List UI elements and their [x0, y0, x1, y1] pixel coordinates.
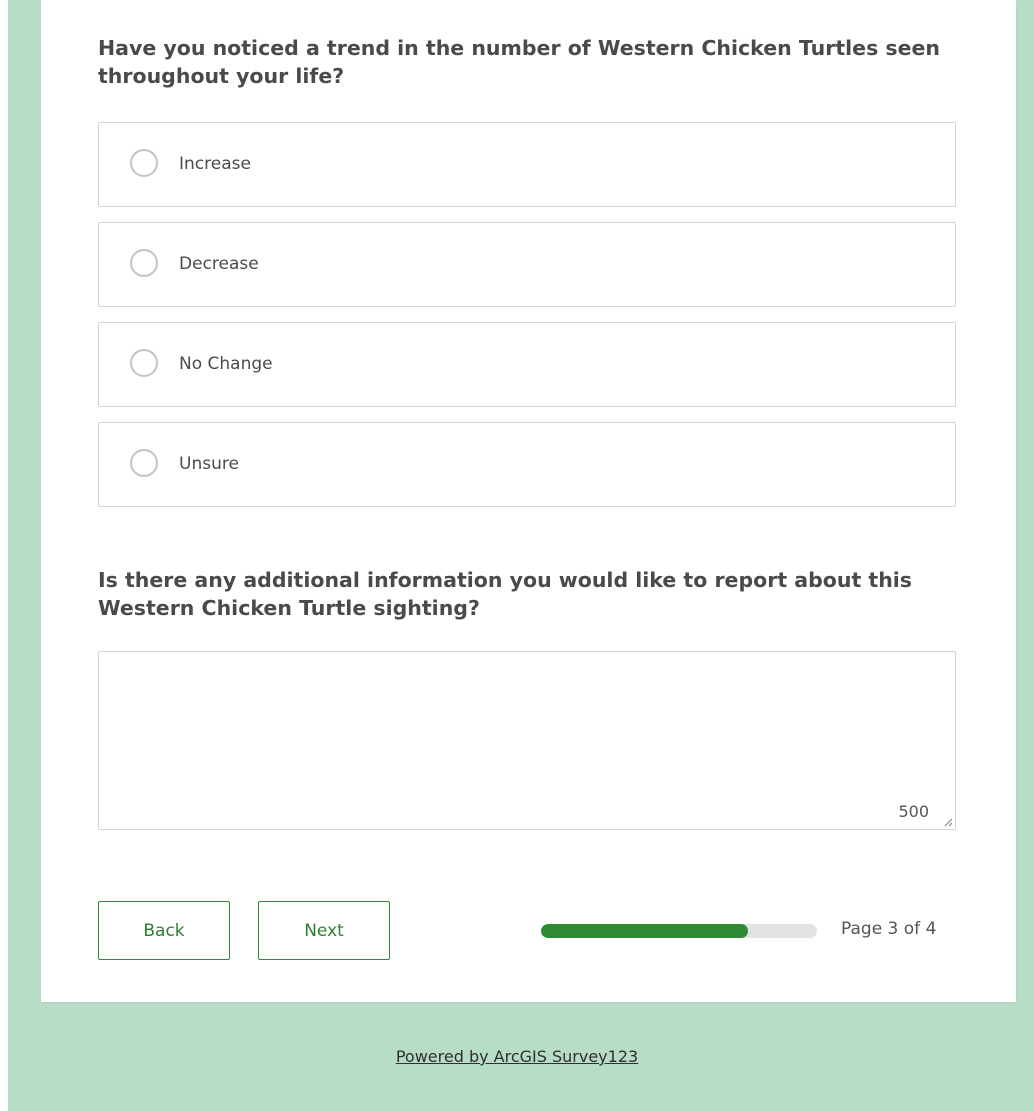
additional-info-textarea[interactable] — [99, 652, 955, 829]
radio-button-icon[interactable] — [130, 349, 158, 377]
page-indicator: Page 3 of 4 — [841, 919, 937, 939]
option-decrease[interactable]: Decrease — [98, 222, 956, 307]
option-unsure[interactable]: Unsure — [98, 422, 956, 507]
question-trend-title: Have you noticed a trend in the number o… — [98, 36, 941, 88]
radio-button-icon[interactable] — [130, 449, 158, 477]
option-no-change[interactable]: No Change — [98, 322, 956, 407]
resize-handle-icon[interactable] — [941, 815, 953, 827]
progress-bar-fill — [541, 924, 748, 938]
survey-form-card: Have you noticed a trend in the number o… — [41, 0, 1016, 1002]
option-label: Decrease — [179, 254, 259, 274]
option-label: Increase — [179, 154, 251, 174]
radio-button-icon[interactable] — [130, 249, 158, 277]
progress-bar — [541, 924, 817, 938]
question-additional-info-title: Is there any additional information you … — [98, 568, 913, 620]
next-button[interactable]: Next — [258, 901, 390, 960]
radio-button-icon[interactable] — [130, 149, 158, 177]
left-edge-strip — [0, 0, 8, 1111]
option-label: Unsure — [179, 454, 239, 474]
option-label: No Change — [179, 354, 273, 374]
back-button[interactable]: Back — [98, 901, 230, 960]
character-count: 500 — [898, 802, 929, 821]
option-increase[interactable]: Increase — [98, 122, 956, 207]
additional-info-field: 500 — [98, 651, 956, 830]
powered-by-link[interactable]: Powered by ArcGIS Survey123 — [0, 1047, 1034, 1066]
